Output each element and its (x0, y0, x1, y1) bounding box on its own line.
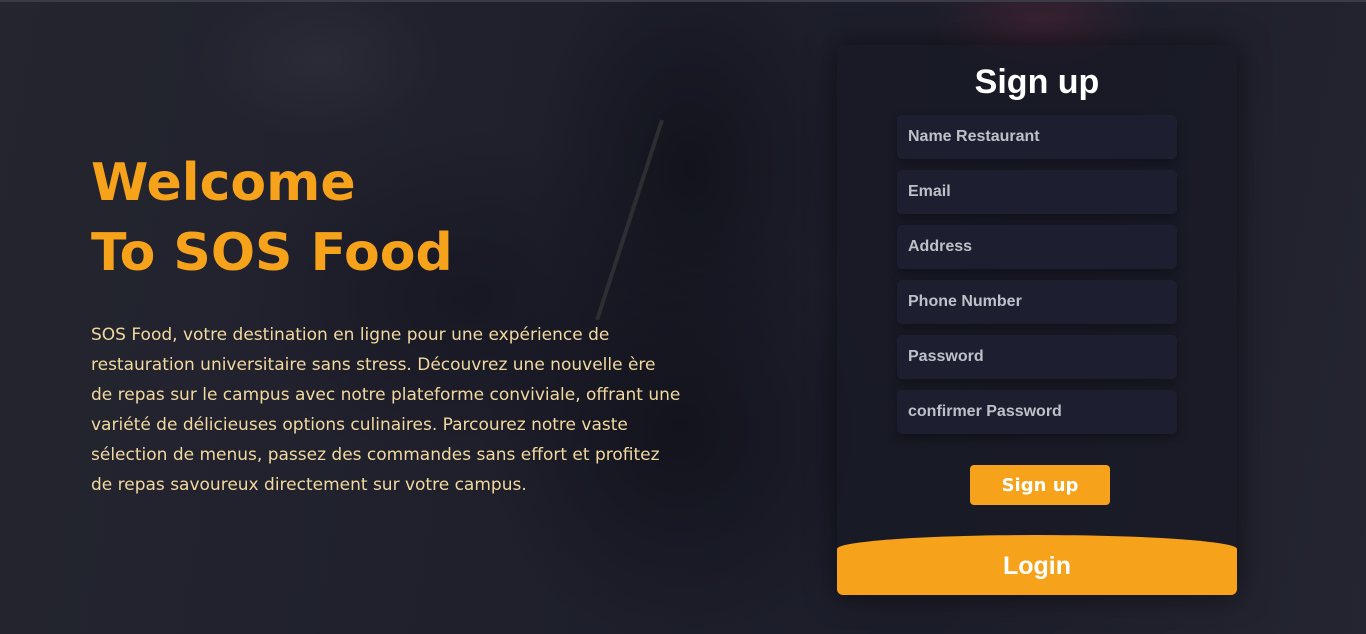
confirm-password-input[interactable] (897, 390, 1177, 434)
email-input[interactable] (897, 170, 1177, 214)
phone-number-input[interactable] (897, 280, 1177, 324)
signup-title: Sign up (974, 63, 1100, 101)
login-button[interactable]: Login (837, 535, 1237, 595)
signup-card: Sign up Sign up Login (837, 45, 1237, 595)
welcome-heading: Welcome To SOS Food (91, 148, 453, 288)
signup-button[interactable]: Sign up (970, 465, 1110, 505)
welcome-heading-line2: To SOS Food (91, 223, 453, 283)
welcome-heading-line1: Welcome (91, 153, 356, 213)
top-border (0, 0, 1366, 2)
intro-paragraph: SOS Food, votre destination en ligne pou… (91, 325, 681, 495)
name-restaurant-input[interactable] (897, 115, 1177, 159)
address-input[interactable] (897, 225, 1177, 269)
password-input[interactable] (897, 335, 1177, 379)
